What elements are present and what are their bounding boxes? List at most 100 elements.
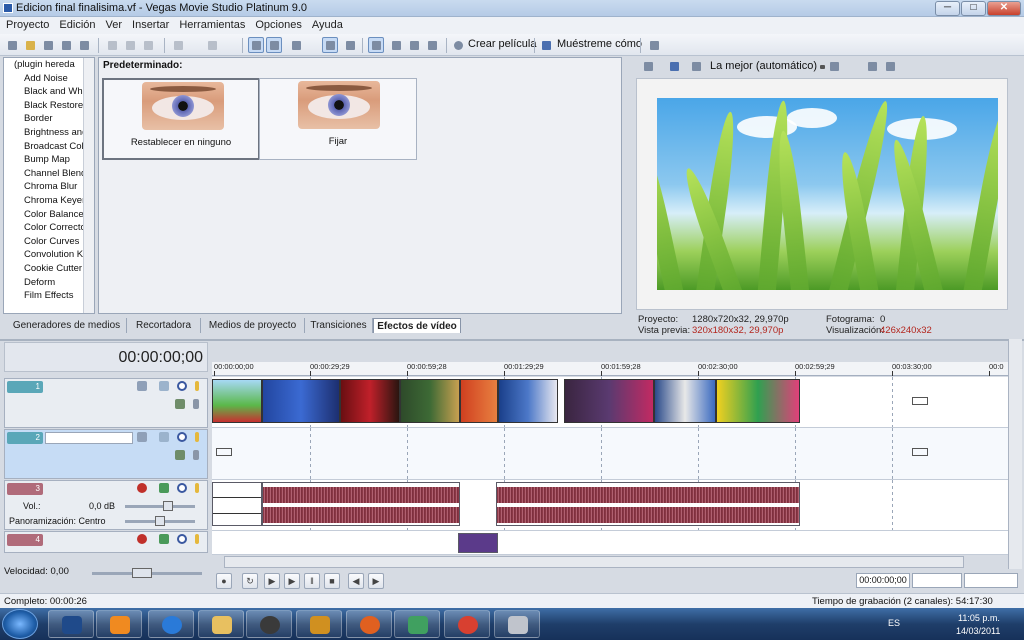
video-clip[interactable] (460, 379, 498, 423)
video-clip[interactable] (212, 379, 262, 423)
selection-tool-icon[interactable] (406, 37, 422, 53)
list-item[interactable]: Color Curves (4, 235, 94, 249)
overlays-grid-icon[interactable] (826, 58, 842, 74)
render-icon[interactable] (76, 37, 92, 53)
menu-opciones[interactable]: Opciones (250, 17, 306, 33)
list-item[interactable]: Cookie Cutter (4, 262, 94, 276)
taskbar-app[interactable] (394, 610, 440, 638)
track-lane-2[interactable] (212, 428, 1008, 480)
menu-herramientas[interactable]: Herramientas (174, 17, 250, 33)
list-item[interactable]: Deform (4, 276, 94, 290)
track-header-2[interactable]: 2 (4, 429, 208, 479)
close-button[interactable]: ✕ (987, 1, 1021, 16)
tab-video-fx[interactable]: Efectos de vídeo (373, 318, 461, 333)
play-from-start-button[interactable]: ▶ (264, 573, 280, 589)
track-fx-icon[interactable] (137, 432, 147, 442)
external-monitor-icon[interactable] (666, 58, 682, 74)
list-item[interactable]: Film Effects (4, 289, 94, 303)
pause-button[interactable]: ‖ (304, 573, 320, 589)
zoom-tool-icon[interactable] (424, 37, 440, 53)
copy-snapshot-icon[interactable] (864, 58, 880, 74)
compositing-icon[interactable] (175, 399, 185, 409)
timeline-horizontal-scrollbar[interactable] (224, 556, 964, 568)
track-lane-1[interactable] (212, 377, 1008, 428)
video-clip[interactable] (564, 379, 654, 423)
tab-project-media[interactable]: Medios de proyecto (201, 318, 305, 333)
clock-date[interactable]: 14/03/2011 (956, 626, 1000, 636)
mute-icon[interactable] (177, 432, 187, 442)
video-clip[interactable] (340, 379, 400, 423)
clock-time[interactable]: 11:05 p.m. (958, 613, 1000, 623)
auto-ripple-icon[interactable] (248, 37, 264, 53)
list-item[interactable]: Bump Map (4, 153, 94, 167)
record-arm-icon[interactable] (137, 483, 147, 493)
video-clip[interactable] (262, 379, 340, 423)
cursor-position-field[interactable]: 00:00:00;00 (856, 573, 910, 588)
make-movie-icon[interactable] (450, 37, 466, 53)
split-screen-icon[interactable] (688, 58, 704, 74)
taskbar-app[interactable] (444, 610, 490, 638)
preset-reset-none[interactable]: Restablecer en ninguno (102, 78, 260, 160)
properties-icon[interactable] (58, 37, 74, 53)
taskbar-app[interactable] (246, 610, 292, 638)
timeline-ruler[interactable]: 00:00:00;00 00:00:29;29 00:00:59;28 00:0… (212, 362, 1008, 376)
audio-clip[interactable] (458, 533, 498, 553)
preview-properties-icon[interactable] (640, 58, 656, 74)
audio-clip[interactable] (496, 482, 800, 526)
solo-icon[interactable] (195, 381, 199, 391)
undo-icon[interactable] (170, 37, 186, 53)
preview-quality-select[interactable]: La mejor (automático) (710, 60, 817, 72)
track-header-4[interactable]: 4 (4, 531, 208, 553)
parent-arrow-icon[interactable] (193, 399, 199, 409)
taskbar-app[interactable] (148, 610, 194, 638)
taskbar-app[interactable] (494, 610, 540, 638)
help-wand-icon[interactable] (538, 37, 554, 53)
snapping-icon[interactable] (266, 37, 282, 53)
mute-icon[interactable] (177, 381, 187, 391)
save-snapshot-icon[interactable] (882, 58, 898, 74)
list-item[interactable]: Border (4, 112, 94, 126)
copy-icon[interactable] (122, 37, 138, 53)
selection-start-field[interactable] (912, 573, 962, 588)
list-item[interactable]: Chroma Keyer (4, 194, 94, 208)
stop-button[interactable]: ■ (324, 573, 340, 589)
solo-icon[interactable] (195, 432, 199, 442)
list-item[interactable]: Brightness and (4, 126, 94, 140)
track-header-3[interactable]: 3 Vol.: 0,0 dB Panoramización: Centro (4, 480, 208, 530)
volume-slider[interactable] (125, 501, 195, 511)
menu-ayuda[interactable]: Ayuda (307, 17, 348, 33)
solo-icon[interactable] (195, 483, 199, 493)
mute-icon[interactable] (177, 483, 187, 493)
video-clip[interactable] (400, 379, 460, 423)
paste-icon[interactable] (140, 37, 156, 53)
selection-length-field[interactable] (964, 573, 1018, 588)
track-motion-icon[interactable] (159, 381, 169, 391)
lock-envelopes-icon[interactable] (322, 37, 338, 53)
record-button[interactable]: ● (216, 573, 232, 589)
timeline-vertical-scrollbar[interactable] (1008, 339, 1022, 569)
menu-ver[interactable]: Ver (101, 17, 128, 33)
list-item[interactable]: Chroma Blur (4, 180, 94, 194)
taskbar-app[interactable] (346, 610, 392, 638)
track-header-1[interactable]: 1 (4, 378, 208, 428)
track-motion-icon[interactable] (159, 432, 169, 442)
video-clip[interactable] (654, 379, 716, 423)
preset-fijar[interactable]: Fijar (259, 78, 417, 160)
track-name-field[interactable] (45, 432, 133, 444)
tab-media-generators[interactable]: Generadores de medios (7, 318, 127, 333)
video-clip[interactable] (498, 379, 558, 423)
audio-clip[interactable] (212, 482, 262, 526)
parent-arrow-icon[interactable] (193, 450, 199, 460)
menu-edicion[interactable]: Edición (54, 17, 100, 33)
taskbar-app[interactable] (48, 610, 94, 638)
record-arm-icon[interactable] (137, 534, 147, 544)
list-item[interactable]: (plugin hereda (4, 58, 94, 72)
timeline-divider[interactable] (0, 339, 1024, 341)
save-icon[interactable] (40, 37, 56, 53)
crossfade-icon[interactable] (288, 37, 304, 53)
go-to-end-button[interactable]: ▶ (368, 573, 384, 589)
list-item[interactable]: Add Noise (4, 72, 94, 86)
start-button[interactable] (2, 609, 38, 639)
audio-clip[interactable] (262, 482, 460, 526)
list-item[interactable]: Convolution Ke (4, 248, 94, 262)
